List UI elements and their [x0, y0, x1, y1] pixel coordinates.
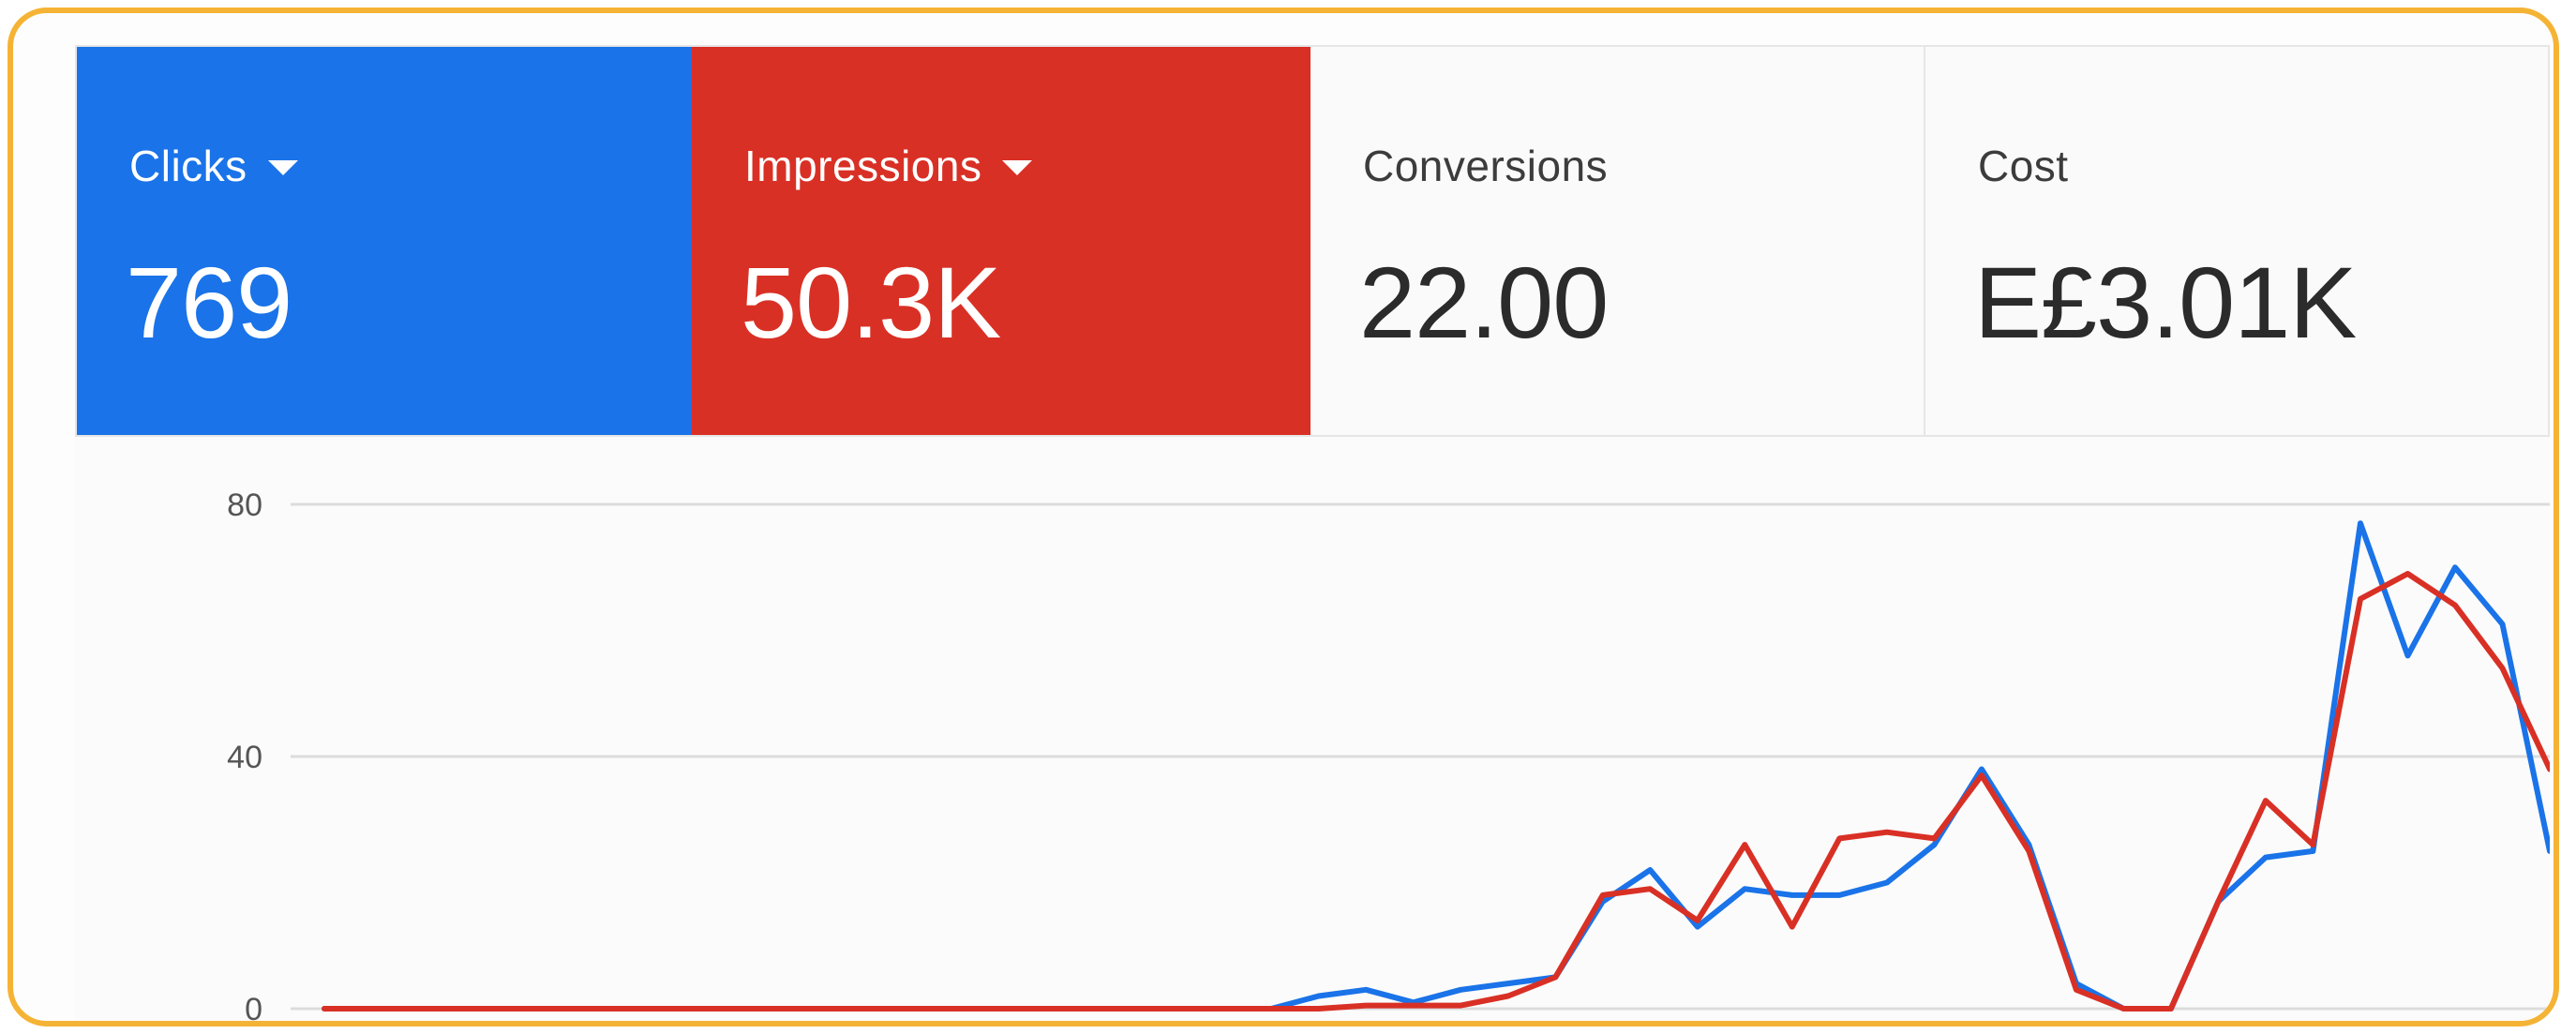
- y-tick-label: 40: [227, 740, 262, 775]
- line-chart: 80 40 0: [227, 487, 2553, 1027]
- impressions-value: 50.3K: [741, 246, 1001, 359]
- series-line-clicks: [322, 520, 2553, 1012]
- line-chart-area: 80 40 0: [75, 437, 2553, 1027]
- dashboard-frame: Clicks 769 Impressions 50.3K Conversions…: [7, 7, 2559, 1027]
- metric-card-impressions[interactable]: Impressions 50.3K: [692, 47, 1310, 435]
- metric-label-clicks[interactable]: Clicks: [129, 141, 298, 191]
- clicks-label: Clicks: [129, 142, 247, 190]
- metric-cards: Clicks 769 Impressions 50.3K Conversions…: [75, 45, 2550, 437]
- chevron-down-icon[interactable]: [1002, 160, 1033, 175]
- metric-label-impressions[interactable]: Impressions: [744, 141, 1033, 191]
- metric-card-cost[interactable]: Cost E£3.01K: [1925, 47, 2548, 435]
- y-tick-label: 0: [245, 992, 262, 1027]
- metric-card-clicks[interactable]: Clicks 769: [77, 47, 692, 435]
- impressions-label: Impressions: [744, 142, 982, 190]
- cost-label: Cost: [1978, 142, 2069, 190]
- metric-label-conversions: Conversions: [1363, 141, 1608, 191]
- metric-label-cost: Cost: [1978, 141, 2069, 191]
- cost-value: E£3.01K: [1974, 246, 2357, 359]
- conversions-value: 22.00: [1359, 246, 1609, 359]
- chevron-down-icon[interactable]: [267, 160, 298, 175]
- y-tick-label: 80: [227, 487, 262, 523]
- series-line-impressions: [322, 571, 2553, 1012]
- metric-card-conversions[interactable]: Conversions 22.00: [1310, 47, 1925, 435]
- conversions-label: Conversions: [1363, 142, 1609, 190]
- clicks-value: 769: [126, 246, 292, 359]
